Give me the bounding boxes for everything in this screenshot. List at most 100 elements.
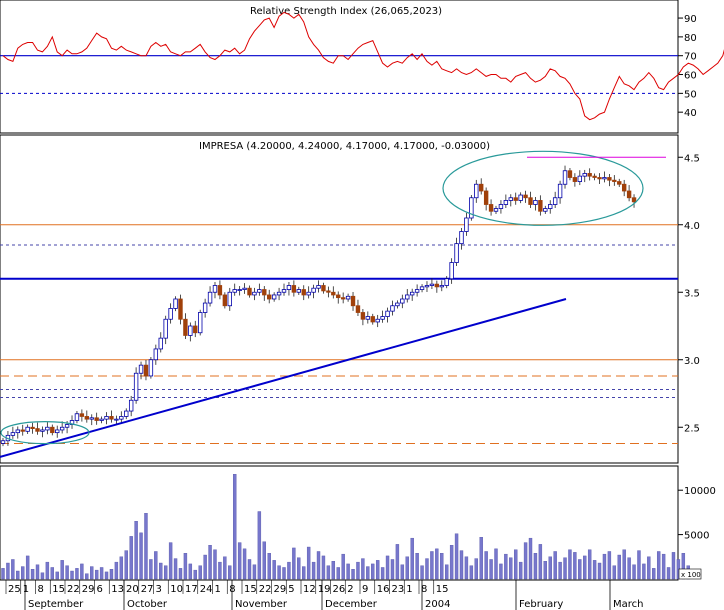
price-tick-label: 4.5 xyxy=(684,153,700,164)
candle-up xyxy=(548,204,553,209)
volume-bar xyxy=(213,549,217,580)
candle-down xyxy=(20,429,25,432)
x-day-label: 29 xyxy=(274,584,287,595)
candle-up xyxy=(197,312,203,334)
candle-down xyxy=(479,183,484,192)
volume-bar xyxy=(35,564,40,580)
volume-bar xyxy=(479,537,483,580)
rsi-tick-label: 90 xyxy=(684,14,697,25)
candle-down xyxy=(94,417,99,421)
volume-bar xyxy=(445,564,449,580)
candle-down xyxy=(621,183,627,192)
x-day-label: 13 xyxy=(111,584,124,595)
candle-up xyxy=(281,289,287,293)
volume-bar xyxy=(671,552,676,580)
price-tick-label: 3.0 xyxy=(684,356,700,367)
volume-bar xyxy=(415,553,419,580)
candle-up xyxy=(316,285,321,289)
volume-bar xyxy=(568,549,572,580)
chart-canvas: Relative Strength Index (26,065,2023) 40… xyxy=(0,0,724,610)
x-day-label: 3 xyxy=(156,584,162,595)
candle-up xyxy=(163,318,168,339)
volume-bar xyxy=(425,558,429,580)
candle-up xyxy=(237,289,242,291)
volume-bar xyxy=(257,511,262,580)
x-day-label: 1 xyxy=(23,584,29,595)
candle-up xyxy=(119,416,124,420)
volume-bar xyxy=(193,569,197,580)
candle-up xyxy=(227,291,232,307)
candle-up xyxy=(557,183,563,199)
candle-up xyxy=(464,217,469,232)
volume-bar xyxy=(168,542,173,580)
volume-bar xyxy=(647,556,651,580)
x-day-label: 1 xyxy=(406,584,412,595)
rsi-panel: Relative Strength Index (26,065,2023) 40… xyxy=(0,0,724,134)
volume-bar xyxy=(331,561,336,580)
volume-bar xyxy=(154,551,158,580)
volume-bar xyxy=(533,553,538,580)
candle-up xyxy=(552,197,558,205)
price-panel: IMPRESA (4.20000, 4.24000, 4.17000, 4.17… xyxy=(0,134,700,464)
volume-bar xyxy=(578,559,582,580)
volume-bar xyxy=(272,560,276,580)
volume-bar xyxy=(356,561,360,580)
price-tick-label: 2.5 xyxy=(684,423,700,434)
volume-bar xyxy=(144,513,148,580)
volume-bar xyxy=(509,557,513,580)
candle-up xyxy=(419,286,425,290)
volume-bar xyxy=(282,567,286,580)
candle-down xyxy=(267,294,272,300)
volume-bar xyxy=(607,551,612,580)
volume-bar xyxy=(410,537,414,580)
candle-down xyxy=(340,297,346,300)
volume-bar xyxy=(430,551,434,580)
candle-up xyxy=(252,291,257,296)
x-day-label: 19 xyxy=(318,584,331,595)
candle-up xyxy=(15,429,20,434)
volume-bar xyxy=(385,555,390,580)
candle-down xyxy=(143,364,149,377)
candle-down xyxy=(84,416,90,420)
candle-down xyxy=(617,181,622,185)
volume-bar xyxy=(420,565,424,580)
candle-up xyxy=(257,289,262,293)
x-day-label: 25 xyxy=(8,584,21,595)
volume-bar xyxy=(242,548,247,580)
x-month-label: September xyxy=(28,599,84,610)
x-day-label: 6 xyxy=(97,584,103,595)
volume-bar xyxy=(60,560,64,580)
volume-bar xyxy=(149,559,153,580)
candle-up xyxy=(40,429,45,432)
candle-up xyxy=(286,285,292,290)
volume-bar xyxy=(489,559,493,580)
candle-up xyxy=(168,308,173,320)
volume-bar xyxy=(75,568,79,580)
candle-down xyxy=(607,177,612,181)
candle-up xyxy=(562,170,568,185)
candle-down xyxy=(513,197,518,201)
candle-down xyxy=(109,416,114,420)
volume-bar xyxy=(316,551,321,580)
candle-down xyxy=(355,305,361,313)
x-month-label: February xyxy=(519,599,563,610)
volume-bar xyxy=(558,561,562,580)
candle-up xyxy=(424,285,430,288)
candle-down xyxy=(30,426,35,429)
volume-bar xyxy=(346,563,350,580)
volume-bar xyxy=(548,556,552,580)
rsi-tick-label: 60 xyxy=(684,71,697,82)
volume-bar xyxy=(104,571,109,580)
candle-down xyxy=(587,173,592,177)
volume-bar xyxy=(440,553,444,580)
candle-down xyxy=(370,316,375,323)
volume-bar xyxy=(50,567,54,580)
candle-up xyxy=(582,173,587,177)
volume-bar xyxy=(523,542,528,580)
candle-up xyxy=(390,305,395,312)
volume-bar xyxy=(203,554,207,580)
candle-up xyxy=(365,316,371,320)
candle-down xyxy=(336,294,341,299)
candle-up xyxy=(104,416,109,420)
rsi-tick-label: 70 xyxy=(684,52,697,63)
